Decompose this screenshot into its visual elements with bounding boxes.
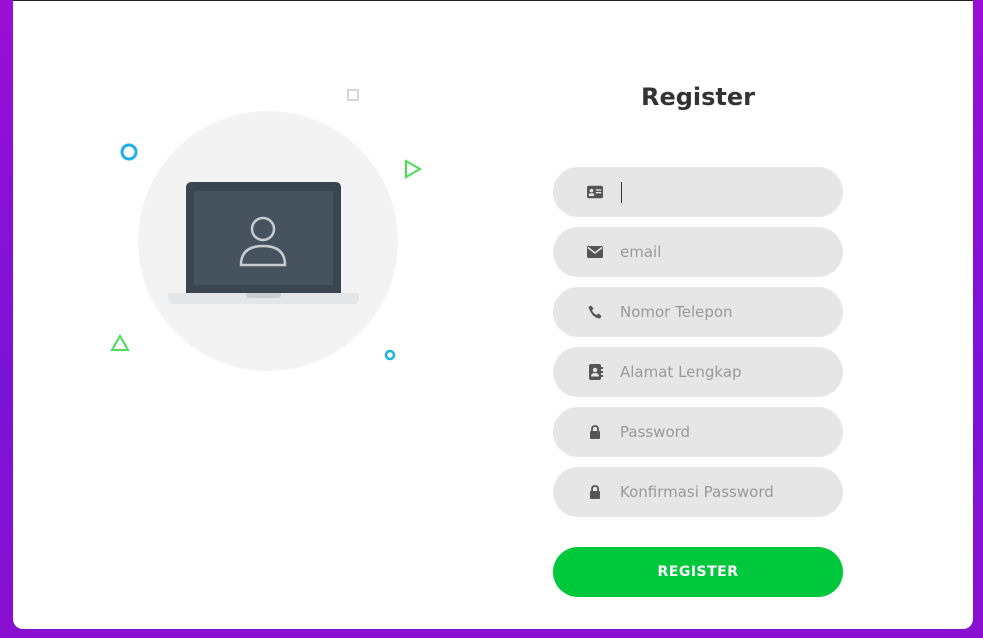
page-title: Register bbox=[640, 83, 756, 111]
lock-icon bbox=[587, 484, 603, 500]
lock-icon bbox=[587, 424, 603, 440]
phone-input[interactable] bbox=[620, 297, 820, 327]
address-book-icon bbox=[587, 364, 603, 380]
confirm-password-input[interactable] bbox=[620, 477, 820, 507]
confirm-password-field[interactable] bbox=[553, 467, 843, 517]
phone-field[interactable] bbox=[553, 287, 843, 337]
register-card: Register email Nomor Telepon Alamat Leng… bbox=[13, 0, 973, 629]
circle-outline-icon bbox=[120, 143, 138, 161]
id-card-icon bbox=[587, 184, 603, 200]
password-field[interactable] bbox=[553, 407, 843, 457]
laptop-icon bbox=[186, 182, 341, 294]
envelope-icon bbox=[587, 244, 603, 260]
register-button[interactable]: REGISTER bbox=[553, 547, 843, 597]
email-field[interactable] bbox=[553, 227, 843, 277]
fullname-field[interactable] bbox=[553, 167, 843, 217]
illustration bbox=[13, 1, 513, 501]
small-circle-icon bbox=[384, 349, 396, 361]
address-field[interactable] bbox=[553, 347, 843, 397]
user-icon bbox=[239, 216, 287, 267]
play-triangle-icon bbox=[405, 159, 423, 179]
phone-icon bbox=[587, 304, 603, 320]
text-caret bbox=[621, 182, 622, 203]
square-outline-icon bbox=[347, 89, 359, 101]
email-input[interactable] bbox=[620, 237, 820, 267]
address-input[interactable] bbox=[620, 357, 820, 387]
triangle-outline-icon bbox=[110, 333, 130, 351]
laptop-notch bbox=[246, 293, 281, 298]
fullname-input[interactable] bbox=[620, 177, 820, 207]
password-input[interactable] bbox=[620, 417, 820, 447]
